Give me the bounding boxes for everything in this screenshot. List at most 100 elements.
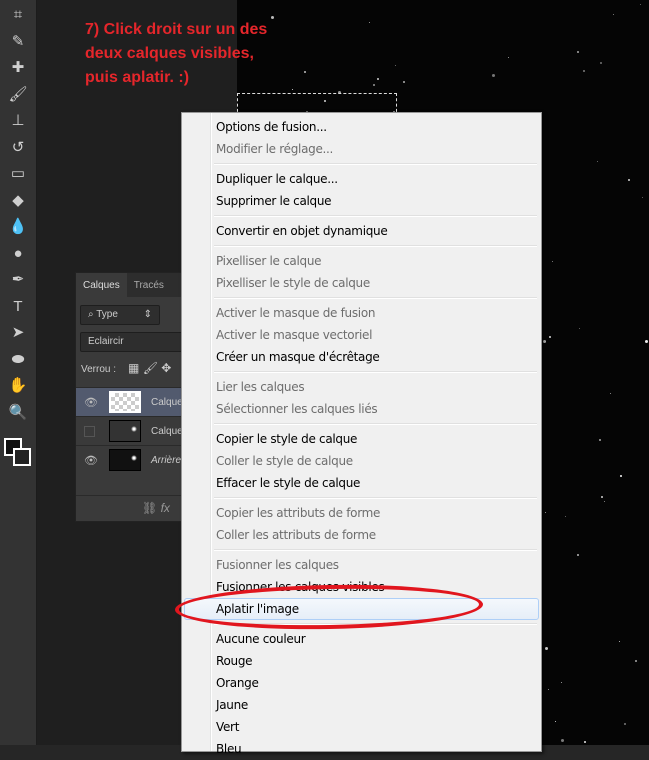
- menu-separator: [184, 546, 539, 554]
- star: [600, 496, 603, 498]
- layer-row[interactable]: Calque: [76, 416, 196, 445]
- star: [544, 511, 546, 513]
- path-selection-tool-icon[interactable]: ➤: [6, 322, 30, 344]
- menu-item-aplatir-limage[interactable]: Aplatir l'image: [184, 598, 539, 620]
- hand-tool-icon[interactable]: ✋: [6, 375, 30, 397]
- menu-item-convertir-en-objet-dynamique[interactable]: Convertir en objet dynamique: [184, 220, 539, 242]
- blend-mode-select[interactable]: Eclaircir: [80, 332, 196, 352]
- layer-name: Arrière: [151, 455, 182, 466]
- star: [642, 197, 644, 199]
- star: [577, 51, 580, 54]
- menu-item-copier-le-style-de-calque[interactable]: Copier le style de calque: [184, 428, 539, 450]
- star: [583, 70, 586, 72]
- healing-brush-tool-icon[interactable]: ✚: [6, 57, 30, 79]
- menu-item-dupliquer-le-calque[interactable]: Dupliquer le calque...: [184, 168, 539, 190]
- lock-pixels-icon[interactable]: 🖌: [143, 361, 158, 375]
- pen-tool-icon[interactable]: ✒: [6, 269, 30, 291]
- paint-bucket-tool-icon[interactable]: ◆: [6, 190, 30, 212]
- star: [564, 515, 566, 517]
- star: [627, 178, 630, 181]
- eye-icon[interactable]: 👁: [84, 396, 98, 409]
- star: [492, 74, 496, 78]
- lock-position-icon[interactable]: ✥: [161, 361, 171, 375]
- star: [600, 61, 602, 64]
- menu-item-activer-le-masque-de-fusion: Activer le masque de fusion: [216, 306, 376, 320]
- dodge-tool-icon[interactable]: ●: [6, 243, 30, 265]
- menu-item-selectionner-les-calques-lies: Sélectionner les calques liés: [216, 402, 378, 416]
- brush-tool-icon[interactable]: 🖌: [6, 84, 30, 106]
- menu-separator: [184, 420, 539, 428]
- menu-separator: [184, 242, 539, 250]
- menu-item-jaune[interactable]: Jaune: [184, 694, 539, 716]
- zoom-tool-icon[interactable]: 🔍: [6, 402, 30, 424]
- menu-item-modifier-le-reglage: Modifier le réglage...: [216, 142, 334, 156]
- star: [551, 261, 553, 263]
- star: [597, 161, 599, 163]
- menu-item-creer-un-masque-decretage[interactable]: Créer un masque d'écrêtage: [184, 346, 539, 368]
- eyedropper-tool-icon[interactable]: ✎: [6, 31, 30, 53]
- star: [599, 439, 602, 442]
- tools-panel: ⌗ ✎ ✚ 🖌 ⊥ ↺ ▭ ◆ 💧 ● ✒ T ➤ ⬬ ✋ 🔍: [0, 0, 37, 745]
- menu-separator: [184, 368, 539, 376]
- star: [395, 64, 397, 66]
- star: [635, 660, 638, 663]
- layer-row[interactable]: 👁 Arrière: [76, 445, 196, 474]
- blur-tool-icon[interactable]: 💧: [6, 216, 30, 238]
- layers-footer: ⛓ fx: [76, 495, 194, 521]
- menu-item-copier-les-attributs-de-forme: Copier les attributs de forme: [216, 506, 381, 520]
- annotation-line: deux calques visibles,: [85, 45, 254, 62]
- menu-separator: [184, 212, 539, 220]
- layer-row[interactable]: 👁 Calque: [76, 387, 196, 416]
- annotation-line: 7) Click droit sur un des: [85, 21, 268, 38]
- bg-color-swatch[interactable]: [13, 448, 31, 466]
- history-brush-tool-icon[interactable]: ↺: [6, 137, 30, 159]
- menu-item-lier-les-calques: Lier les calques: [216, 380, 305, 394]
- ellipse-tool-icon[interactable]: ⬬: [6, 349, 30, 371]
- star: [544, 647, 548, 651]
- tab-traces[interactable]: Tracés: [127, 273, 171, 297]
- star: [548, 336, 551, 339]
- star: [620, 474, 623, 477]
- menu-item-supprimer-le-calque[interactable]: Supprimer le calque: [184, 190, 539, 212]
- tab-calques[interactable]: Calques: [76, 273, 127, 297]
- eraser-tool-icon[interactable]: ▭: [6, 163, 30, 185]
- eye-icon[interactable]: 👁: [84, 454, 98, 467]
- star: [640, 3, 642, 5]
- star: [645, 339, 649, 343]
- layers-panel: Calques Tracés ⌕ Type ⇕ Eclaircir Verrou…: [75, 272, 196, 522]
- star: [547, 688, 549, 690]
- menu-item-bleu[interactable]: Bleu: [184, 738, 539, 760]
- layer-context-menu: Options de fusion... Modifier le réglage.…: [181, 112, 542, 756]
- layer-filter-select[interactable]: ⌕ Type ⇕: [80, 305, 160, 325]
- annotation-line: puis aplatir. :): [85, 69, 190, 86]
- menu-item-coller-les-attributs-de-forme: Coller les attributs de forme: [216, 528, 376, 542]
- menu-item-options-de-fusion[interactable]: Options de fusion...: [184, 116, 539, 138]
- star: [561, 738, 565, 742]
- menu-separator: [184, 160, 539, 168]
- menu-item-aucune-couleur[interactable]: Aucune couleur: [184, 628, 539, 650]
- layer-thumbnail: [109, 449, 141, 471]
- clone-stamp-tool-icon[interactable]: ⊥: [6, 110, 30, 132]
- crop-tool-icon[interactable]: ⌗: [6, 4, 30, 26]
- fx-icon[interactable]: fx: [161, 501, 170, 515]
- menu-item-fusionner-les-calques: Fusionner les calques: [216, 558, 339, 572]
- lock-transparency-icon[interactable]: ▦: [128, 361, 139, 375]
- star: [603, 500, 605, 502]
- menu-separator: [184, 494, 539, 502]
- menu-item-rouge[interactable]: Rouge: [184, 650, 539, 672]
- star: [613, 14, 615, 16]
- star: [610, 393, 612, 395]
- menu-item-effacer-le-style-de-calque[interactable]: Effacer le style de calque: [184, 472, 539, 494]
- menu-item-vert[interactable]: Vert: [184, 716, 539, 738]
- lock-icons[interactable]: ▦ 🖌 ✥: [128, 361, 171, 375]
- menu-item-pixelliser-le-calque: Pixelliser le calque: [216, 254, 322, 268]
- filter-value: Type: [96, 309, 118, 320]
- layer-thumbnail: [109, 420, 141, 442]
- menu-item-fusionner-les-calques-visibles[interactable]: Fusionner les calques visibles: [184, 576, 539, 598]
- menu-item-orange[interactable]: Orange: [184, 672, 539, 694]
- star: [618, 640, 620, 642]
- type-tool-icon[interactable]: T: [6, 296, 30, 318]
- visibility-toggle-off[interactable]: [84, 426, 95, 437]
- link-layers-icon[interactable]: ⛓: [142, 501, 157, 515]
- menu-separator: [184, 620, 539, 628]
